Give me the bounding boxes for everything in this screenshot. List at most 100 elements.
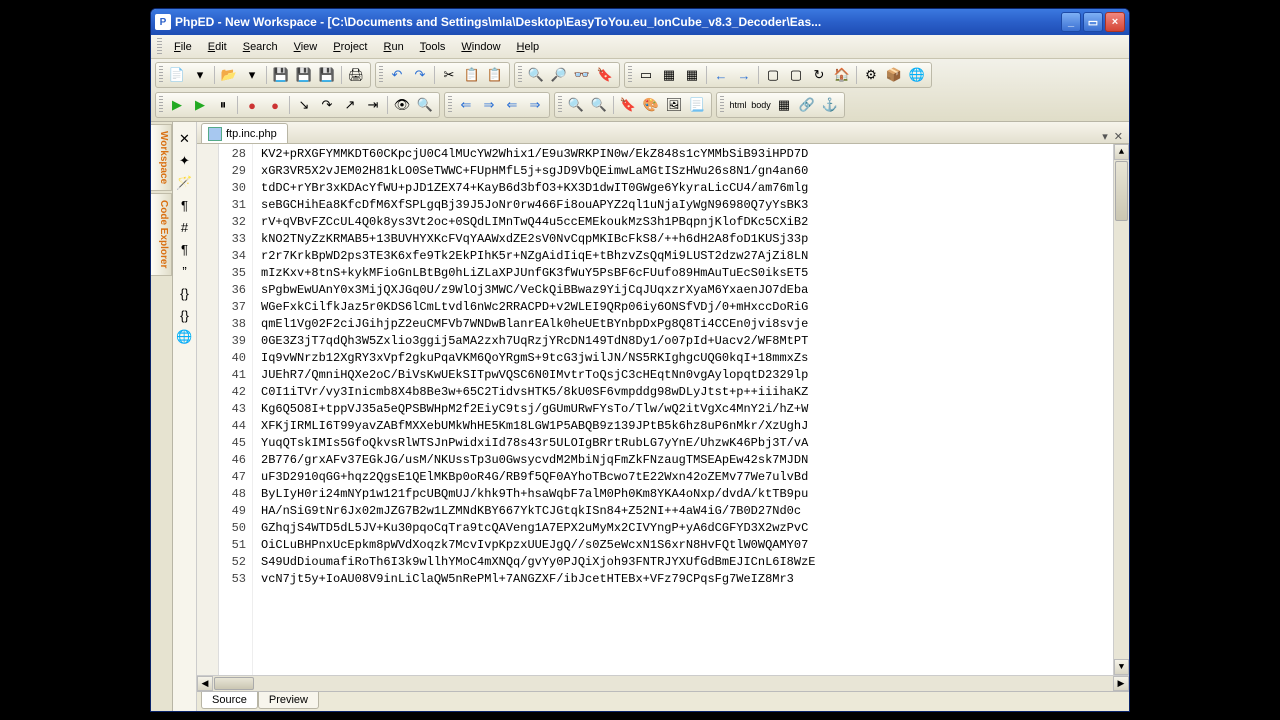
scroll-left-icon[interactable]: ◀ — [197, 676, 213, 691]
hash-icon[interactable]: # — [176, 218, 194, 236]
body-tag-icon[interactable]: body — [750, 95, 772, 115]
back-icon[interactable]: ← — [710, 65, 732, 85]
save-icon[interactable]: 💾 — [270, 65, 292, 85]
open-folder-icon[interactable]: 📂 — [218, 65, 240, 85]
code-line[interactable]: S49UdDioumafiRoTh6I3k9wllhYMoC4mXNQq/gvY… — [261, 554, 1109, 571]
toolbar-handle[interactable] — [628, 66, 632, 84]
code-line[interactable]: 2B776/grxAFv37EGkJG/usM/NKUssTp3u0Gwsycv… — [261, 452, 1109, 469]
gutter[interactable] — [197, 144, 219, 675]
tag-icon[interactable]: 🔖 — [617, 95, 639, 115]
code-line[interactable]: xGR3VR5X2vJEM02H81kLO0SeTWWC+FUpHMfL5j+s… — [261, 163, 1109, 180]
bottom-tab-source[interactable]: Source — [201, 692, 258, 709]
arrow-left-icon[interactable]: ⇐ — [501, 95, 523, 115]
image-icon[interactable]: 🖼 — [663, 95, 685, 115]
tiles-icon[interactable]: ▦ — [681, 65, 703, 85]
toolbar-handle[interactable] — [379, 66, 383, 84]
grid-icon[interactable]: ▦ — [658, 65, 680, 85]
code-line[interactable]: WGeFxkCilfkJaz5r0KDS6lCmLtvdl6nWc2RRACPD… — [261, 299, 1109, 316]
pilcrow-icon[interactable]: ¶ — [176, 240, 194, 258]
tab-dropdown-icon[interactable]: ▾ — [1102, 130, 1108, 143]
toolbar-handle[interactable] — [448, 96, 452, 114]
code-line[interactable]: qmEl1Vg02F2ciJGihjpZ2euCMFVb7WNDwBlanrEA… — [261, 316, 1109, 333]
dropdown-icon[interactable]: ▾ — [189, 65, 211, 85]
undo-icon[interactable]: ↶ — [386, 65, 408, 85]
save-all-icon[interactable]: 💾 — [316, 65, 338, 85]
find-icon[interactable]: 🔍 — [525, 65, 547, 85]
bookmark-icon[interactable]: 🔖 — [594, 65, 616, 85]
arrow-left-icon[interactable]: ⇐ — [455, 95, 477, 115]
maximize-button[interactable]: ▭ — [1083, 12, 1103, 32]
watch-icon[interactable]: 👁 — [391, 95, 413, 115]
vertical-scrollbar[interactable]: ▲ ▼ — [1113, 144, 1129, 675]
minimize-button[interactable]: _ — [1061, 12, 1081, 32]
code-line[interactable]: sPgbwEwUAnY0x3MijQXJGq0U/z9WlOj3MWC/VeCk… — [261, 282, 1109, 299]
globe-icon[interactable]: 🌐 — [176, 328, 194, 346]
breakpoint-icon[interactable]: ● — [241, 95, 263, 115]
code-line[interactable]: seBGCHihEa8KfcDfM6XfSPLgqBj39J5JoNr0rw46… — [261, 197, 1109, 214]
close-button[interactable]: × — [1105, 12, 1125, 32]
menu-tools[interactable]: Tools — [412, 38, 454, 56]
step-into-icon[interactable]: ↘ — [293, 95, 315, 115]
code-line[interactable]: r2r7KrkBpWD2ps3TE3K6xfe9Tk2EkPIhK5r+NZgA… — [261, 248, 1109, 265]
html-tag-icon[interactable]: html — [727, 95, 749, 115]
anchor-icon[interactable]: ⚓ — [819, 95, 841, 115]
code-line[interactable]: uF3D2910qGG+hqz2QgsE1QElMKBp0oR4G/RB9f5Q… — [261, 469, 1109, 486]
run-to-icon[interactable]: ⇥ — [362, 95, 384, 115]
color-icon[interactable]: 🎨 — [640, 95, 662, 115]
run-icon[interactable]: ▶ — [166, 95, 188, 115]
window-icon[interactable]: ▭ — [635, 65, 657, 85]
print-icon[interactable]: 🖨 — [345, 65, 367, 85]
eval-icon[interactable]: 🔍 — [414, 95, 436, 115]
expand-icon[interactable]: ✦ — [176, 152, 194, 170]
doc-icon[interactable]: 📃 — [686, 95, 708, 115]
code-line[interactable]: 0GE3Z3jT7qdQh3W5Zxlio3ggij5aMA2zxh7UqRzj… — [261, 333, 1109, 350]
arrow-right-icon[interactable]: ⇒ — [524, 95, 546, 115]
redo-icon[interactable]: ↷ — [409, 65, 431, 85]
code-line[interactable]: OiCLuBHPnxUcEpkm8pWVdXoqzk7McvIvpKpzxUUE… — [261, 537, 1109, 554]
toolbar-handle[interactable] — [558, 96, 562, 114]
toolbar-handle[interactable] — [159, 66, 163, 84]
scroll-up-icon[interactable]: ▲ — [1114, 144, 1129, 160]
menu-view[interactable]: View — [286, 38, 326, 56]
find-in-icon[interactable]: 🔍 — [565, 95, 587, 115]
toolbar-handle[interactable] — [720, 96, 724, 114]
menu-edit[interactable]: Edit — [200, 38, 235, 56]
scroll-thumb[interactable] — [1115, 161, 1128, 221]
menu-project[interactable]: Project — [325, 38, 375, 56]
copy-icon[interactable]: 📋 — [461, 65, 483, 85]
code-line[interactable]: KV2+pRXGFYMMKDT60CKpcjU0C4lMUcYW2Whix1/E… — [261, 146, 1109, 163]
find-files-icon[interactable]: 🔎 — [548, 65, 570, 85]
table-icon[interactable]: ▦ — [773, 95, 795, 115]
code-line[interactable]: XFKjIRMLI6T99yavZABfMXXebUMkWhHE5Km18LGW… — [261, 418, 1109, 435]
code-line[interactable]: Kg6Q5O8I+tppVJ35a5eQPSBWHpM2f2EiyC9tsj/g… — [261, 401, 1109, 418]
code-line[interactable]: kNO2TNyZzKRMAB5+13BUVHYXKcFVqYAAWxdZE2sV… — [261, 231, 1109, 248]
scroll-thumb[interactable] — [214, 677, 254, 690]
menu-file[interactable]: File — [166, 38, 200, 56]
file-tab-active[interactable]: ftp.inc.php — [201, 123, 288, 143]
refresh-icon[interactable]: ↻ — [808, 65, 830, 85]
config-icon[interactable]: ⚙ — [860, 65, 882, 85]
code-line[interactable]: tdDC+rYBr3xKDAcYfWU+pJD1ZEX74+KayB6d3bfO… — [261, 180, 1109, 197]
dropdown-icon[interactable]: ▾ — [241, 65, 263, 85]
home-icon[interactable]: 🏠 — [831, 65, 853, 85]
brace-icon[interactable]: {} — [176, 306, 194, 324]
stop-icon[interactable]: ▢ — [762, 65, 784, 85]
code-line[interactable]: Iq9vWNrzb12XgRY3xVpf2gkuPqaVKM6QoYRgmS+9… — [261, 350, 1109, 367]
bottom-tab-preview[interactable]: Preview — [258, 692, 319, 709]
paragraph-icon[interactable]: ¶ — [176, 196, 194, 214]
step-out-icon[interactable]: ↗ — [339, 95, 361, 115]
menu-window[interactable]: Window — [453, 38, 508, 56]
code-line[interactable]: JUEhR7/QmniHQXe2oC/BiVsKwUEkSITpwVQSC6N0… — [261, 367, 1109, 384]
pause-icon[interactable]: ⏸ — [212, 95, 234, 115]
horizontal-scrollbar[interactable]: ◀ ▶ — [197, 675, 1129, 691]
breakpoint-list-icon[interactable]: ● — [264, 95, 286, 115]
find-all-icon[interactable]: 🔍 — [588, 95, 610, 115]
step-over-icon[interactable]: ↷ — [316, 95, 338, 115]
paste-icon[interactable]: 📋 — [484, 65, 506, 85]
titlebar[interactable]: P PhpED - New Workspace - [C:\Documents … — [151, 9, 1129, 35]
sidebar-tab-code-explorer[interactable]: Code Explorer — [151, 193, 172, 275]
code-line[interactable]: mIzKxv+8tnS+kykMFioGnLBtBg0hLiZLaXPJUnfG… — [261, 265, 1109, 282]
code-line[interactable]: vcN7jt5y+IoAU08V9inLiClaQW5nRePMl+7ANGZX… — [261, 571, 1109, 588]
quote-icon[interactable]: ” — [176, 262, 194, 280]
menu-search[interactable]: Search — [235, 38, 286, 56]
